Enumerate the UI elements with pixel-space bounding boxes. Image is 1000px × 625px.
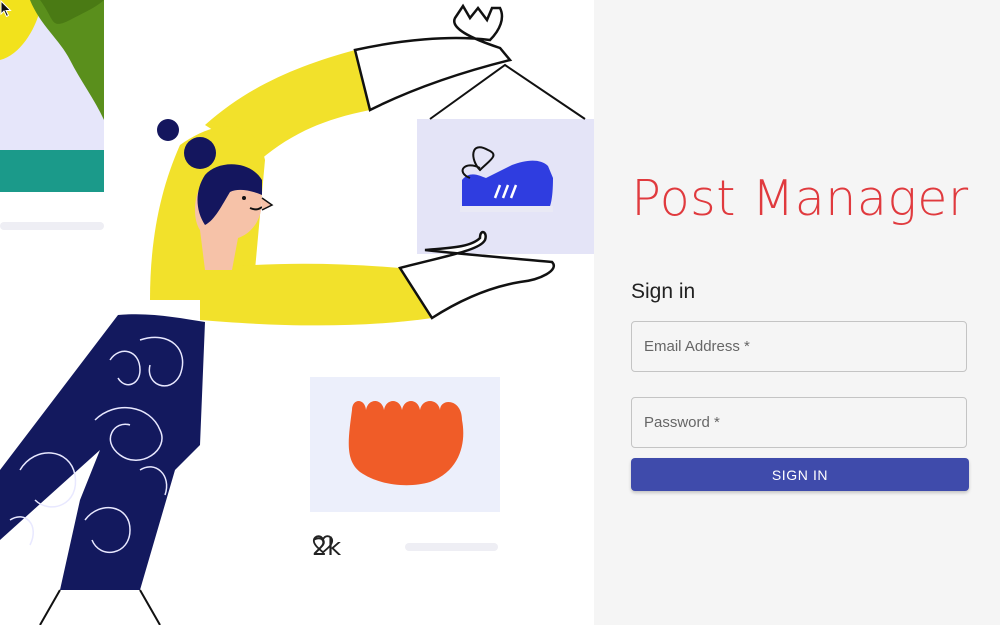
app-logo-title: Post Manager: [631, 170, 969, 227]
landscape-card: [0, 0, 104, 230]
email-input[interactable]: [632, 322, 966, 371]
login-panel: Post Manager Sign in SIGN IN: [594, 0, 1000, 625]
mouse-pointer-icon: [0, 0, 12, 18]
password-input[interactable]: [632, 398, 966, 447]
login-page: 2k Post Manager Sign in SIGN IN: [0, 0, 1000, 625]
sign-in-button[interactable]: SIGN IN: [631, 458, 969, 491]
likes-counter: 2k: [312, 533, 341, 561]
orange-card: [310, 377, 500, 512]
shoe-card: [417, 119, 594, 254]
email-field: [631, 321, 967, 372]
illustration-artwork: [0, 0, 594, 625]
password-field: [631, 397, 967, 448]
sign-in-heading: Sign in: [631, 280, 696, 303]
heart-outline-icon: [312, 535, 334, 554]
hero-illustration: 2k: [0, 0, 594, 625]
